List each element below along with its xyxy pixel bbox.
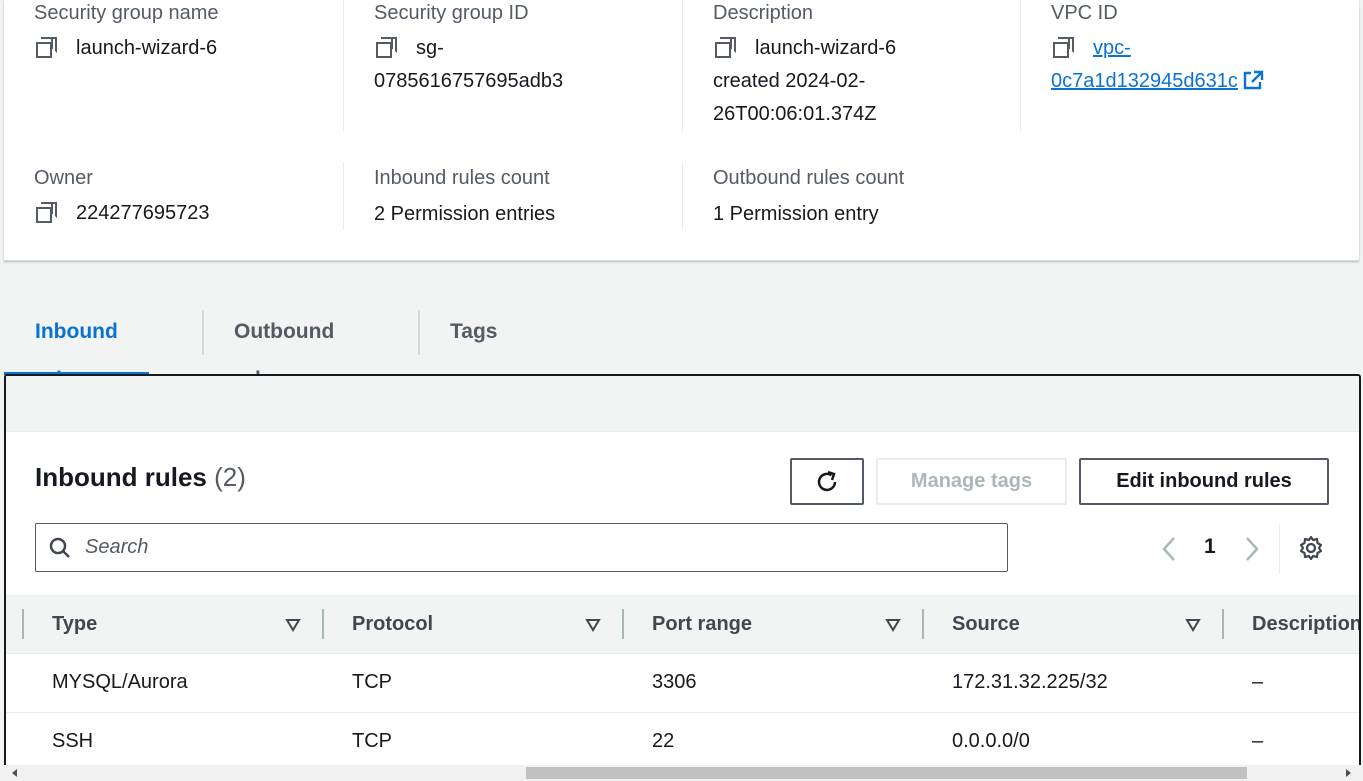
sg-name-value: launch-wizard-6 xyxy=(34,32,219,65)
manage-tags-button[interactable]: Manage tags xyxy=(876,458,1067,505)
vpc-id-link-cont[interactable]: 0c7a1d132945d631c xyxy=(1051,70,1238,92)
column-header-source[interactable]: Source xyxy=(952,613,1020,636)
copy-icon[interactable] xyxy=(34,201,57,223)
cell-description: – xyxy=(1252,671,1264,693)
column-divider xyxy=(22,609,24,639)
column-header-port-range[interactable]: Port range xyxy=(652,613,752,636)
refresh-button[interactable] xyxy=(790,458,864,505)
description-field: Description launch-wizard-6 created 2024… xyxy=(713,0,896,131)
column-divider[interactable] xyxy=(922,609,924,639)
table-row[interactable]: MYSQL/Aurora TCP 3306 172.31.32.225/32 – xyxy=(6,654,1359,713)
column-header-protocol[interactable]: Protocol xyxy=(352,613,433,636)
cell-protocol: TCP xyxy=(352,671,392,693)
horizontal-scrollbar[interactable] xyxy=(0,765,1363,781)
gear-icon[interactable] xyxy=(1298,535,1324,561)
sg-id-field: Security group ID sg- 0785616757695adb3 xyxy=(374,0,563,98)
cell-protocol: TCP xyxy=(352,730,392,752)
description-value: launch-wizard-6 created 2024-02- 26T00:0… xyxy=(713,36,897,125)
column-divider[interactable] xyxy=(322,609,324,639)
column-divider[interactable] xyxy=(1222,609,1224,639)
owner-label: Owner xyxy=(34,167,93,189)
cell-port-range: 3306 xyxy=(652,671,697,693)
search-placeholder: Search xyxy=(85,536,149,558)
container-header-bar xyxy=(6,376,1359,432)
copy-icon[interactable] xyxy=(374,36,397,58)
cell-type: SSH xyxy=(52,730,94,752)
sg-name-label: Security group name xyxy=(34,2,219,24)
divider xyxy=(1279,524,1280,574)
table-header: Type Protocol Port range Source Descript… xyxy=(6,595,1359,654)
vpc-id-link[interactable]: vpc- xyxy=(1093,37,1131,59)
sort-down-icon[interactable] xyxy=(585,618,601,632)
scroll-right-arrow-icon[interactable] xyxy=(1346,769,1351,777)
column-divider[interactable] xyxy=(622,609,624,639)
sg-id-label: Security group ID xyxy=(374,2,529,24)
rules-count: (2) xyxy=(214,462,246,492)
owner-value: 224277695723 xyxy=(34,197,209,230)
chevron-right-icon[interactable] xyxy=(1244,536,1260,562)
search-icon xyxy=(49,537,70,558)
sg-id-value: sg- 0785616757695adb3 xyxy=(374,36,564,92)
cell-source: 0.0.0.0/0 xyxy=(952,730,1030,752)
divider xyxy=(682,0,683,131)
column-header-description[interactable]: Description xyxy=(1252,613,1359,636)
cell-type: MYSQL/Aurora xyxy=(52,671,188,693)
sg-name-field: Security group name launch-wizard-6 xyxy=(34,0,219,65)
inbound-count-value: 2 Permission entries xyxy=(374,203,556,225)
divider xyxy=(682,162,683,230)
owner-field: Owner 224277695723 xyxy=(34,165,209,230)
copy-icon[interactable] xyxy=(713,36,736,58)
vpc-id-label: VPC ID xyxy=(1051,2,1118,24)
table-row[interactable]: SSH TCP 22 0.0.0.0/0 – xyxy=(6,713,1359,772)
outbound-count-value: 1 Permission entry xyxy=(713,203,879,225)
inbound-count-field: Inbound rules count 2 Permission entries xyxy=(374,165,555,231)
page-number[interactable]: 1 xyxy=(1204,535,1216,559)
search-input[interactable]: Search xyxy=(35,523,1008,572)
vpc-id-field: VPC ID vpc- 0c7a1d132945d631c xyxy=(1051,0,1264,98)
sort-down-icon[interactable] xyxy=(1185,618,1201,632)
edit-inbound-rules-button[interactable]: Edit inbound rules xyxy=(1079,458,1329,505)
copy-icon[interactable] xyxy=(34,36,57,58)
scroll-left-arrow-icon[interactable] xyxy=(12,769,17,777)
vpc-id-value: vpc- 0c7a1d132945d631c xyxy=(1051,32,1264,98)
sort-down-icon[interactable] xyxy=(285,618,301,632)
scrollbar-thumb[interactable] xyxy=(526,767,1247,779)
refresh-icon xyxy=(817,470,837,492)
divider xyxy=(1020,0,1021,131)
cell-port-range: 22 xyxy=(652,730,675,752)
tab-inbound-rules[interactable]: Inbound rules xyxy=(4,308,149,391)
divider xyxy=(343,0,344,131)
security-group-details: Security group name launch-wizard-6 Secu… xyxy=(4,0,1359,261)
cell-description: – xyxy=(1252,730,1264,752)
tab-tags[interactable]: Tags xyxy=(419,308,528,374)
sort-down-icon[interactable] xyxy=(885,618,901,632)
cell-source: 172.31.32.225/32 xyxy=(952,671,1108,693)
tab-outbound-rules[interactable]: Outbound rules xyxy=(203,308,365,391)
inbound-count-label: Inbound rules count xyxy=(374,167,550,189)
chevron-left-icon[interactable] xyxy=(1161,536,1177,562)
column-header-type[interactable]: Type xyxy=(52,613,97,636)
inbound-rules-container: Inbound rules (2) Manage tags Edit inbou… xyxy=(4,374,1361,781)
panel-title: Inbound rules (2) xyxy=(35,462,246,492)
external-link-icon[interactable] xyxy=(1242,70,1264,90)
copy-icon[interactable] xyxy=(1051,36,1074,58)
outbound-count-label: Outbound rules count xyxy=(713,167,905,189)
description-label: Description xyxy=(713,2,814,24)
outbound-count-field: Outbound rules count 1 Permission entry xyxy=(713,165,904,231)
divider xyxy=(343,162,344,230)
